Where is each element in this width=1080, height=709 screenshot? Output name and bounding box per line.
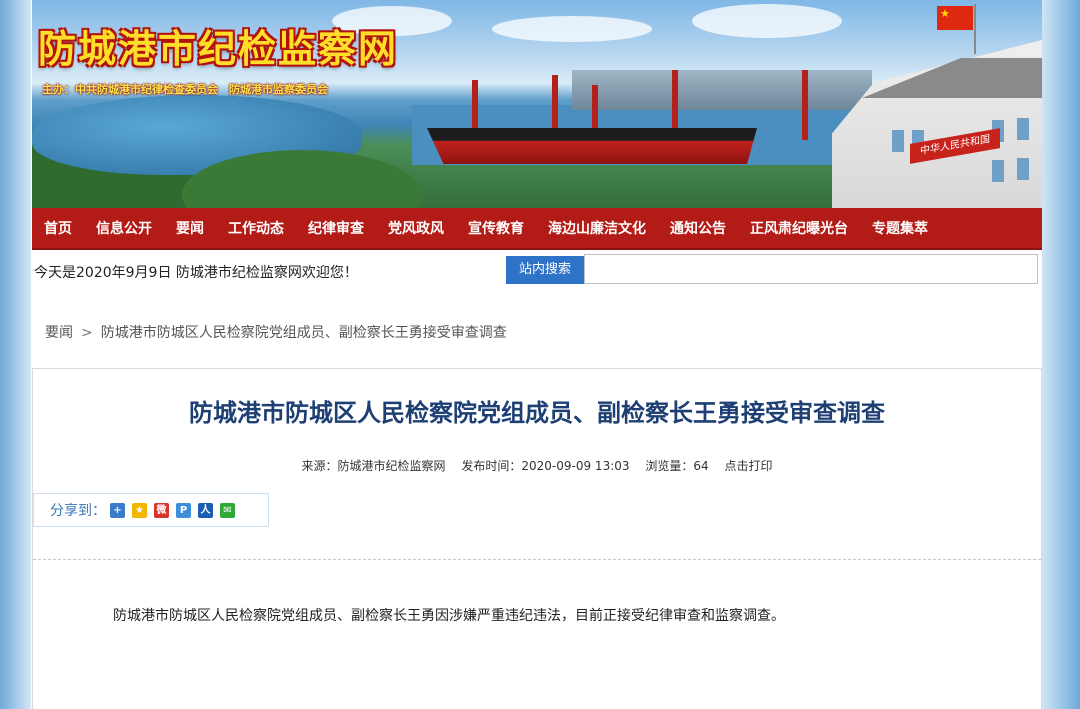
nav-item-party-conduct[interactable]: 党风政风: [376, 218, 456, 238]
search-input[interactable]: [584, 254, 1038, 284]
port-image: [572, 70, 872, 110]
nav-item-exposure[interactable]: 正风肃纪曝光台: [738, 218, 860, 238]
weibo-icon[interactable]: 微: [154, 502, 169, 518]
breadcrumb-current: 防城港市防城区人民检察院党组成员、副检察长王勇接受审查调查: [100, 325, 507, 341]
nav-item-publicity[interactable]: 宣传教育: [456, 218, 536, 238]
content-divider: [33, 559, 1041, 560]
main-nav: 首页 信息公开 要闻 工作动态 纪律审查 党风政风 宣传教育 海边山廉洁文化 通…: [32, 208, 1042, 250]
article-views: 浏览量：64: [645, 459, 709, 473]
breadcrumb-separator: >: [81, 325, 93, 341]
tencent-weibo-icon[interactable]: P: [176, 502, 191, 518]
nav-item-discipline-review[interactable]: 纪律审查: [296, 218, 376, 238]
nav-item-work-updates[interactable]: 工作动态: [216, 218, 296, 238]
welcome-message: 今天是2020年9月9日 防城港市纪检监察网欢迎您！: [34, 265, 358, 281]
share-bar: 分享到： + ★ 微 P 人 ✉: [33, 493, 269, 527]
article: 防城港市防城区人民检察院党组成员、副检察长王勇接受审查调查 来源：防城港市纪检监…: [32, 368, 1042, 709]
page: 中华人民共和国 ★ 防城港市纪检监察网 主办：中共防城港市纪律检查委员会 防城港…: [32, 0, 1042, 709]
site-sponsor: 主办：中共防城港市纪律检查委员会 防城港市监察委员会: [42, 83, 328, 96]
nav-item-topics[interactable]: 专题集萃: [860, 218, 940, 238]
nav-item-integrity-culture[interactable]: 海边山廉洁文化: [536, 218, 658, 238]
article-publish-time: 发布时间：2020-09-09 13:03: [461, 459, 630, 473]
article-body: 防城港市防城区人民检察院党组成员、副检察长王勇因涉嫌严重违纪违法，目前正接受纪律…: [113, 608, 785, 624]
nav-item-notices[interactable]: 通知公告: [658, 218, 738, 238]
national-flag-icon: ★: [937, 6, 973, 30]
nav-item-home[interactable]: 首页: [32, 218, 84, 238]
wechat-icon[interactable]: ✉: [220, 502, 235, 518]
qzone-icon[interactable]: ★: [132, 502, 147, 518]
article-title: 防城港市防城区人民检察院党组成员、副检察长王勇接受审查调查: [189, 399, 885, 427]
share-label: 分享到：: [50, 503, 106, 519]
renren-icon[interactable]: 人: [198, 502, 213, 518]
breadcrumb: 要闻 > 防城港市防城区人民检察院党组成员、副检察长王勇接受审查调查: [45, 322, 507, 342]
site-search-button[interactable]: 站内搜索: [506, 256, 584, 284]
article-meta: 来源：防城港市纪检监察网 发布时间：2020-09-09 13:03 浏览量：6…: [33, 457, 1041, 474]
article-source: 来源：防城港市纪检监察网: [301, 459, 446, 473]
breadcrumb-link-news[interactable]: 要闻: [45, 325, 73, 341]
nav-item-info-disclosure[interactable]: 信息公开: [84, 218, 164, 238]
header-banner: 中华人民共和国 ★ 防城港市纪检监察网 主办：中共防城港市纪律检查委员会 防城港…: [32, 0, 1042, 208]
more-share-icon[interactable]: +: [110, 502, 125, 518]
nav-item-news[interactable]: 要闻: [164, 218, 216, 238]
print-link[interactable]: 点击打印: [724, 459, 772, 473]
site-title: 防城港市纪检监察网: [38, 26, 399, 71]
ship-image: [427, 128, 757, 164]
